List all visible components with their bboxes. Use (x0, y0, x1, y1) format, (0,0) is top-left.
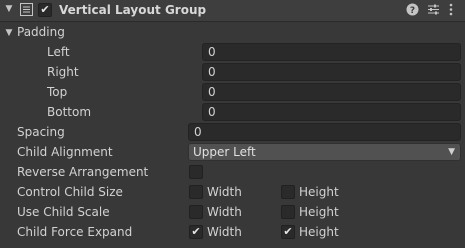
spacing-label: Spacing (17, 125, 65, 139)
component-enabled-checkbox[interactable] (38, 3, 52, 17)
reverse-arrangement-label: Reverse Arrangement (17, 165, 149, 179)
child-force-expand-width-label: Width (207, 225, 242, 239)
padding-top-input[interactable]: 0 (202, 83, 461, 101)
component-title: Vertical Layout Group (59, 3, 207, 17)
use-child-scale-height-label: Height (299, 205, 339, 219)
kebab-menu-icon[interactable] (447, 3, 455, 16)
use-child-scale-label: Use Child Scale (17, 205, 110, 219)
svg-text:?: ? (410, 6, 415, 16)
padding-top-label: Top (47, 85, 68, 99)
child-alignment-label: Child Alignment (17, 145, 113, 159)
padding-right-label: Right (47, 65, 79, 79)
child-force-expand-width-checkbox[interactable] (189, 225, 203, 239)
padding-bottom-input[interactable]: 0 (202, 103, 461, 121)
padding-left-input[interactable]: 0 (202, 43, 461, 61)
control-child-size-height-checkbox[interactable] (281, 185, 295, 199)
sliders-icon[interactable] (427, 3, 440, 16)
use-child-scale-width-label: Width (207, 205, 242, 219)
foldout-arrow-icon[interactable]: ▼ (4, 1, 14, 17)
padding-right-input[interactable]: 0 (202, 63, 461, 81)
list-layout-icon (20, 3, 33, 16)
child-alignment-value: Upper Left (193, 145, 256, 159)
child-force-expand-height-label: Height (299, 225, 339, 239)
help-icon[interactable]: ? (406, 3, 419, 16)
component-header[interactable]: ▼ Vertical Layout Group ? (0, 0, 465, 22)
padding-bottom-label: Bottom (47, 105, 92, 119)
control-child-size-width-checkbox[interactable] (189, 185, 203, 199)
padding-label[interactable]: Padding (17, 24, 65, 40)
padding-foldout-arrow-icon[interactable]: ▼ (4, 25, 14, 41)
control-child-size-label: Control Child Size (17, 185, 123, 199)
child-force-expand-height-checkbox[interactable] (281, 225, 295, 239)
child-force-expand-label: Child Force Expand (17, 225, 133, 239)
reverse-arrangement-checkbox[interactable] (189, 165, 203, 179)
use-child-scale-height-checkbox[interactable] (281, 205, 295, 219)
child-alignment-dropdown[interactable]: Upper Left ▼ (188, 143, 461, 161)
control-child-size-height-label: Height (299, 185, 339, 199)
control-child-size-width-label: Width (207, 185, 242, 199)
use-child-scale-width-checkbox[interactable] (189, 205, 203, 219)
spacing-input[interactable]: 0 (188, 123, 461, 141)
chevron-down-icon: ▼ (448, 147, 455, 157)
padding-left-label: Left (47, 45, 70, 59)
